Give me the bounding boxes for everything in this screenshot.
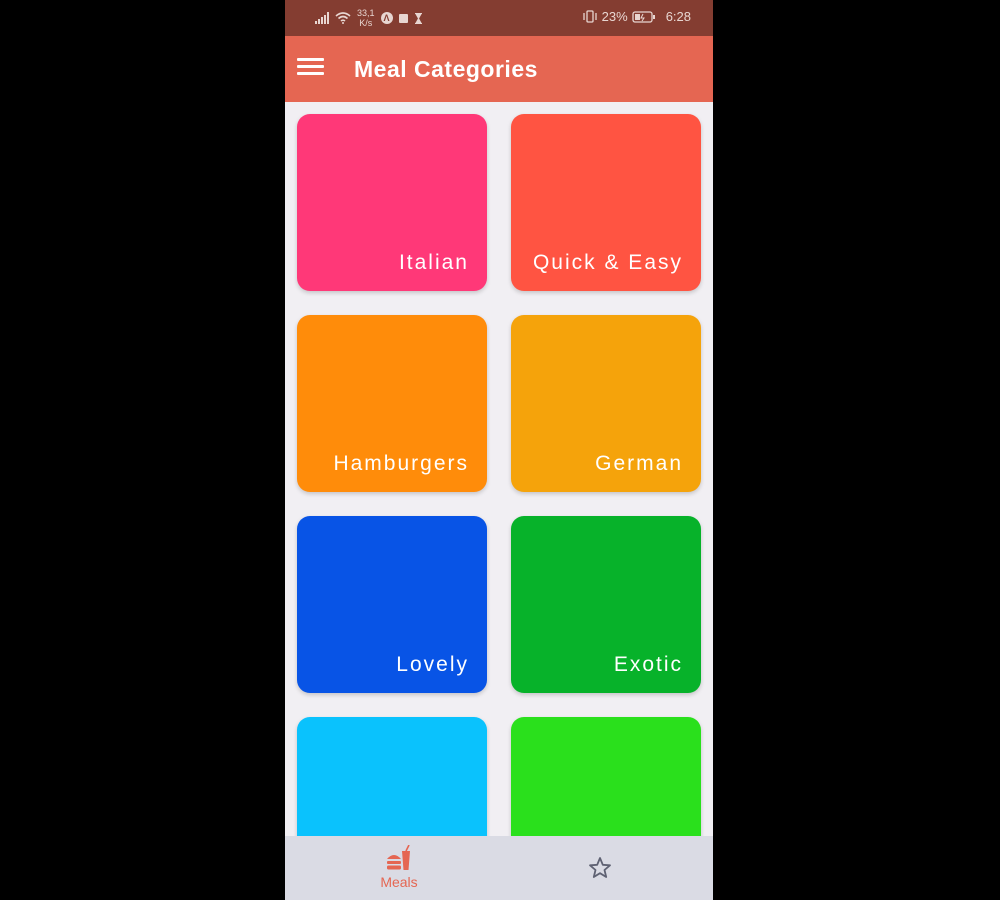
category-tile-quick-easy[interactable]: Quick & Easy xyxy=(511,114,701,291)
category-label: Lovely xyxy=(396,653,469,676)
signal-icon xyxy=(315,12,329,24)
status-left: 33,1 K/s Λ xyxy=(315,8,423,28)
net-speed-value: 33,1 xyxy=(357,8,375,18)
net-speed-unit: K/s xyxy=(359,18,373,28)
category-tile-exotic[interactable]: Exotic xyxy=(511,516,701,693)
category-label: Hamburgers xyxy=(333,452,469,475)
app-bar: Meal Categories xyxy=(285,36,713,102)
hamburger-menu-icon xyxy=(297,58,324,75)
a-circle-icon: Λ xyxy=(380,12,393,24)
clock: 6:28 xyxy=(665,9,691,24)
star-icon xyxy=(589,857,611,878)
phone-screen: 33,1 K/s Λ 23% 6:28 Meal Categories Ital… xyxy=(285,0,713,900)
category-label: Italian xyxy=(398,251,469,274)
status-bar: 33,1 K/s Λ 23% 6:28 xyxy=(285,0,713,36)
category-label: German xyxy=(595,452,683,475)
battery-icon xyxy=(632,10,655,23)
vibrate-icon xyxy=(583,10,597,23)
status-right: 23% 6:28 xyxy=(582,9,691,24)
wifi-icon xyxy=(335,12,351,24)
bottom-nav: Meals xyxy=(285,836,713,900)
category-tile-lovely[interactable]: Lovely xyxy=(297,516,487,693)
battery-percent: 23% xyxy=(601,9,628,24)
category-tile-hamburgers[interactable]: Hamburgers xyxy=(297,315,487,492)
category-tile-italian[interactable]: Italian xyxy=(297,114,487,291)
category-tile-german[interactable]: German xyxy=(511,315,701,492)
nav-item-meals[interactable]: Meals xyxy=(285,836,499,900)
meals-icon xyxy=(387,845,410,870)
page-title: Meal Categories xyxy=(354,56,538,82)
category-label: Exotic xyxy=(613,653,683,676)
nav-item-favorites[interactable] xyxy=(499,836,713,900)
hourglass-icon xyxy=(414,12,422,24)
category-label: Quick & Easy xyxy=(532,251,683,274)
menu-button[interactable] xyxy=(297,55,327,83)
nav-meals-label: Meals xyxy=(380,874,418,890)
square-icon xyxy=(398,13,408,23)
net-speed: 33,1 K/s xyxy=(357,8,375,28)
